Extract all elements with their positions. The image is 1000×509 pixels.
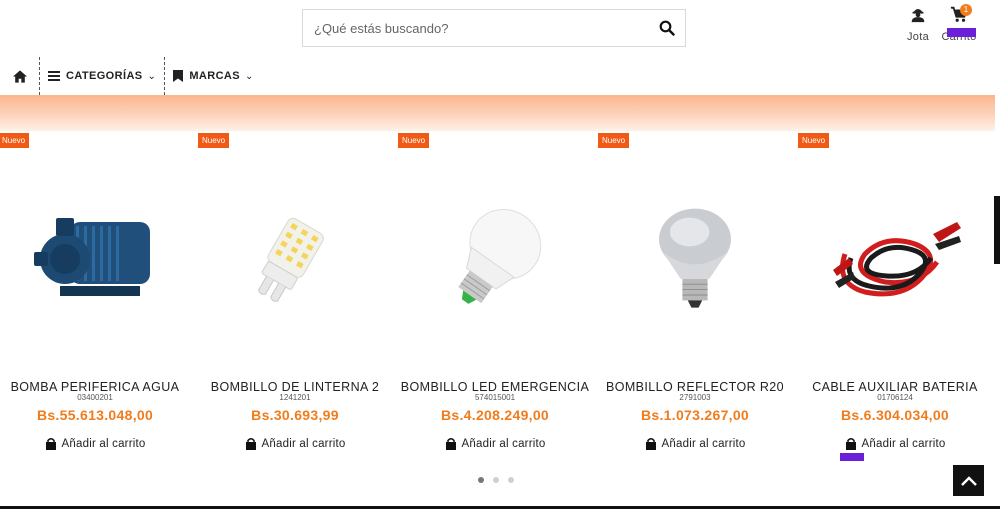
add-to-cart-label: Añadir al carrito [61,438,146,450]
product-name[interactable]: BOMBA PERIFERICA AGUA [0,380,205,394]
nav-brands-label: MARCAS [189,70,240,82]
add-to-cart-button[interactable]: Añadir al carrito [200,438,390,450]
cart-link[interactable]: 1 Carrito [938,4,980,43]
chevron-down-icon: ⌄ [147,70,157,82]
shopping-bag-icon [845,438,856,450]
promo-banner [0,95,995,131]
site-header: Jota 1 Carrito CATEGORÍAS ⌄ [0,0,1000,95]
search-input[interactable] [303,10,643,46]
carousel-pagination [478,477,514,483]
product-price: Bs.55.613.048,00 [36,407,154,423]
scroll-to-top-button[interactable] [953,465,984,496]
product-card[interactable]: Nuevo BOMBILLO REFLECTOR R20 2791003 Bs.… [598,131,790,461]
new-badge: Nuevo [598,133,630,148]
product-code: 574015001 [474,393,516,402]
new-badge: Nuevo [198,133,230,148]
product-card[interactable]: Nuevo BOMBILLO LED EMERGENCIA 574015001 … [398,131,590,461]
product-image-reflector-bulb[interactable] [600,166,790,351]
shopping-bag-icon [445,438,456,450]
shopping-bag-icon [245,438,256,450]
new-badge: Nuevo [0,133,30,148]
product-code: 03400201 [77,393,113,402]
new-badge: Nuevo [798,133,830,148]
new-badge: Nuevo [398,133,430,148]
add-to-cart-label: Añadir al carrito [861,438,946,450]
cart-highlight [947,28,976,37]
led-bulb-image [458,208,542,304]
carousel-dot[interactable] [508,477,514,483]
carousel-dot[interactable] [478,477,484,483]
bookmark-icon [173,70,184,82]
product-price: Bs.6.304.034,00 [840,407,950,423]
product-price: Bs.4.208.249,00 [440,407,550,423]
add-to-cart-label: Añadir al carrito [661,438,746,450]
nav-categories-label: CATEGORÍAS [66,70,143,82]
search-icon[interactable] [659,20,675,36]
water-pump-image [34,217,150,296]
product-card[interactable]: Nuevo BOMBILLO DE LINTERNA 2 1241201 Bs.… [198,131,390,461]
jumper-cables-image [833,221,961,296]
shopping-bag-icon [45,438,56,450]
cart-count-badge: 1 [960,4,972,16]
product-code: 1241201 [279,393,311,402]
add-to-cart-button[interactable]: Añadir al carrito [600,438,790,450]
add-to-cart-button[interactable]: Añadir al carrito [0,438,190,450]
product-price: Bs.1.073.267,00 [640,407,750,423]
product-card[interactable]: Nuevo CABLE AUXILIAR BATERIA 01706124 Bs… [798,131,990,461]
product-name[interactable]: CABLE AUXILIAR BATERIA [785,380,1000,394]
home-icon [12,69,27,83]
side-tab[interactable] [994,196,1000,264]
product-image-led-bulb[interactable] [400,166,590,351]
chevron-up-icon [960,475,977,486]
focus-highlight [840,453,864,461]
add-to-cart-label: Añadir al carrito [261,438,346,450]
add-to-cart-label: Añadir al carrito [461,438,546,450]
nav-brands[interactable]: MARCAS ⌄ [165,57,261,95]
shopping-bag-icon [645,438,656,450]
user-icon [911,9,925,23]
search-bar [302,9,686,47]
menu-icon [48,71,60,81]
reflector-bulb-image [659,208,731,308]
main-nav: CATEGORÍAS ⌄ MARCAS ⌄ [0,57,262,95]
g9-bulb-image [258,217,324,302]
add-to-cart-button[interactable]: Añadir al carrito [400,438,590,450]
product-name[interactable]: BOMBILLO REFLECTOR R20 [585,380,805,394]
home-button[interactable] [0,57,40,95]
product-image-jumper-cables[interactable] [800,166,990,351]
product-name[interactable]: BOMBILLO LED EMERGENCIA [385,380,605,394]
product-price: Bs.30.693,99 [251,407,339,423]
product-code: 2791003 [679,393,711,402]
product-image-g9-led-bulb[interactable] [200,166,390,351]
product-image-water-pump[interactable] [0,166,190,351]
add-to-cart-button[interactable]: Añadir al carrito [800,438,990,450]
product-name[interactable]: BOMBILLO DE LINTERNA 2 [185,380,405,394]
product-code: 01706124 [877,393,913,402]
product-carousel: Nuevo BOMBA PERIFERICA AGUA 03400201 Bs.… [0,131,1000,471]
account-link[interactable]: Jota [903,5,933,43]
chevron-down-icon: ⌄ [245,70,254,82]
carousel-dot[interactable] [493,477,499,483]
product-card[interactable]: Nuevo BOMBA PERIFERICA AGUA 03400201 Bs.… [0,131,190,461]
account-label: Jota [907,31,929,43]
nav-categories[interactable]: CATEGORÍAS ⌄ [40,57,166,95]
